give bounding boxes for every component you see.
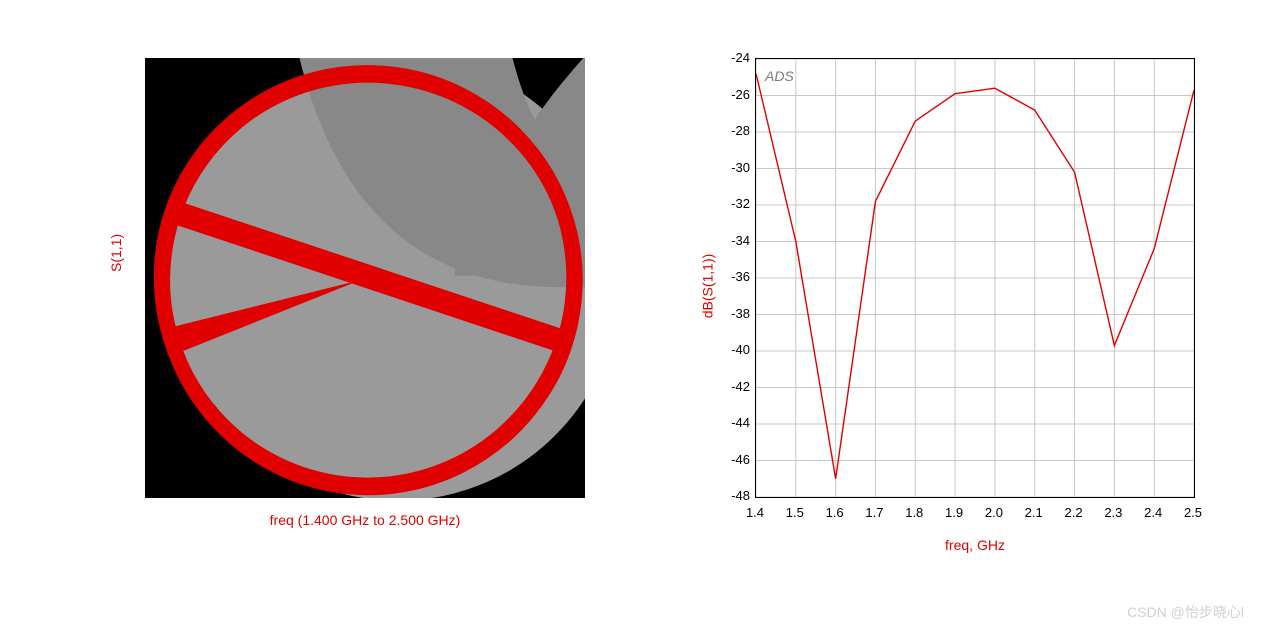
smith-y-axis-label: S(1,1): [108, 234, 124, 272]
x-tick: 2.2: [1059, 505, 1089, 520]
y-tick: -28: [710, 123, 750, 138]
db-plot-area: [755, 58, 1195, 498]
x-tick: 1.9: [939, 505, 969, 520]
x-tick: 1.5: [780, 505, 810, 520]
x-tick-labels: 1.41.51.61.71.81.92.02.12.22.32.42.5: [755, 505, 1195, 525]
x-tick: 2.0: [979, 505, 1009, 520]
y-tick: -26: [710, 87, 750, 102]
y-tick: -42: [710, 379, 750, 394]
y-tick: -38: [710, 306, 750, 321]
y-tick-labels: -24-26-28-30-32-34-36-38-40-42-44-46-48: [705, 58, 750, 498]
watermark: CSDN @怡步晓心l: [1127, 602, 1244, 622]
y-tick: -48: [710, 488, 750, 503]
x-tick: 2.1: [1019, 505, 1049, 520]
x-tick: 1.8: [899, 505, 929, 520]
smith-x-axis-label: freq (1.400 GHz to 2.500 GHz): [145, 512, 585, 528]
x-tick: 2.4: [1138, 505, 1168, 520]
ads-software-label: ADS: [765, 68, 794, 84]
y-tick: -24: [710, 50, 750, 65]
y-tick: -32: [710, 196, 750, 211]
y-tick: -44: [710, 415, 750, 430]
x-tick: 1.6: [820, 505, 850, 520]
smith-chart-panel: ADS S(1,1) freq (1.400 GHz to 2.500 GHz)…: [30, 30, 590, 590]
x-tick: 1.4: [740, 505, 770, 520]
y-tick: -40: [710, 342, 750, 357]
db-plot-panel: ADS dB(S(1,1)) freq, GHz -24-26-28-30-32…: [640, 30, 1240, 590]
y-tick: -30: [710, 160, 750, 175]
y-tick: -36: [710, 269, 750, 284]
x-tick: 1.7: [859, 505, 889, 520]
x-tick: 2.5: [1178, 505, 1208, 520]
x-tick: 2.3: [1098, 505, 1128, 520]
y-tick: -46: [710, 452, 750, 467]
smith-chart-plot: 0.20.40.60.81.01.21.41.61.82.0: [145, 58, 585, 498]
y-tick: -34: [710, 233, 750, 248]
db-x-axis-label: freq, GHz: [755, 537, 1195, 553]
